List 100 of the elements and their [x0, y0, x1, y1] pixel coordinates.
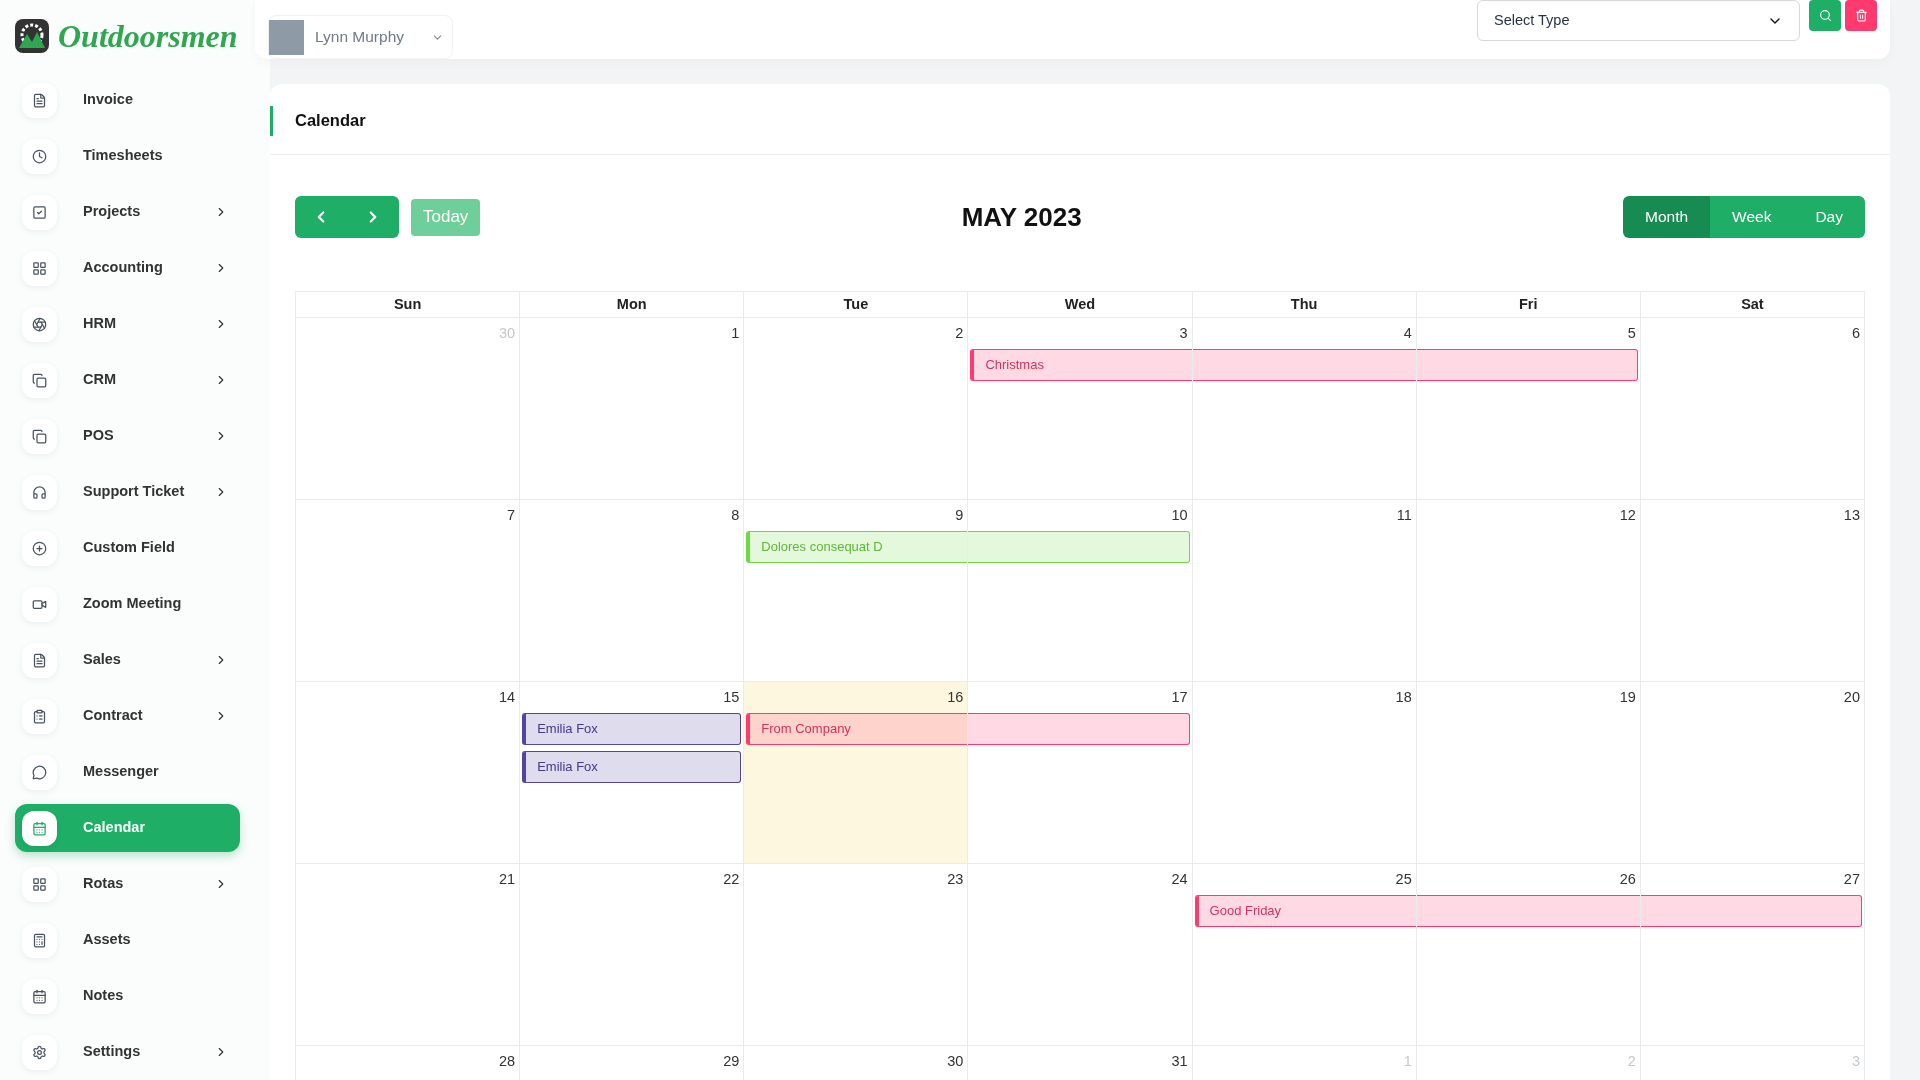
day-cell[interactable]: 2 — [744, 318, 969, 500]
day-cell[interactable]: 19 — [1416, 682, 1641, 864]
day-number: 30 — [947, 1052, 964, 1071]
sidebar-item[interactable]: Notes — [15, 972, 240, 1020]
day-cell[interactable]: 14 — [296, 682, 521, 864]
type-select[interactable]: Select Type — [1477, 0, 1800, 41]
day-cell[interactable]: 5 — [1416, 318, 1641, 500]
day-number: 8 — [731, 506, 740, 525]
day-cell[interactable]: 26 — [1416, 864, 1641, 1046]
day-cell[interactable]: 17 — [968, 682, 1193, 864]
day-cell[interactable]: 10 — [968, 500, 1193, 682]
day-number: 17 — [1171, 688, 1188, 707]
day-cell[interactable]: 15 Emilia Fox Emilia Fox — [520, 682, 745, 864]
calendar-event[interactable]: Good Friday — [1194, 895, 1416, 927]
day-cell[interactable]: 18 — [1192, 682, 1417, 864]
day-number: 7 — [507, 506, 516, 525]
grid-icon — [32, 876, 47, 892]
day-cell[interactable]: 13 — [1640, 500, 1865, 682]
day-cell[interactable]: 8 — [520, 500, 745, 682]
day-number: 14 — [499, 688, 516, 707]
sidebar-item[interactable]: HRM — [15, 300, 240, 348]
day-cell[interactable]: 16 From Company — [744, 682, 969, 864]
sidebar-item[interactable]: POS — [15, 412, 240, 460]
day-number: 20 — [1843, 688, 1860, 707]
sidebar-item[interactable]: Rotas — [15, 860, 240, 908]
search-button[interactable] — [1809, 0, 1841, 31]
day-cell[interactable]: 12 — [1416, 500, 1641, 682]
day-cell[interactable]: 23 — [744, 864, 969, 1046]
calendar-event[interactable] — [1416, 349, 1638, 381]
clipboard-icon — [32, 708, 47, 724]
sidebar-item[interactable]: Settings — [15, 1028, 240, 1076]
day-number: 12 — [1619, 506, 1636, 525]
calculator-icon — [32, 932, 47, 948]
sidebar-item[interactable]: CRM — [15, 356, 240, 404]
day-number: 23 — [947, 870, 964, 889]
day-cell[interactable]: 27 — [1640, 864, 1865, 1046]
grid-icon — [32, 260, 47, 276]
day-cell[interactable]: 1 — [520, 318, 745, 500]
day-number: 2 — [1627, 1052, 1636, 1071]
headset-icon — [32, 484, 47, 500]
document-icon — [32, 92, 47, 108]
day-number: 24 — [1171, 870, 1188, 889]
sidebar-item[interactable]: Accounting — [15, 244, 240, 292]
day-cell[interactable]: 3 Christmas — [968, 318, 1193, 500]
calendar-icon — [32, 988, 47, 1004]
day-number: 15 — [723, 688, 740, 707]
day-cell[interactable]: 25 Good Friday — [1192, 864, 1417, 1046]
chat-icon — [32, 764, 47, 780]
calendar-event[interactable] — [1416, 895, 1640, 927]
day-cell[interactable]: 6 — [1640, 318, 1865, 500]
calendar-event[interactable]: Emilia Fox — [522, 713, 742, 745]
view-tab[interactable]: Month — [1623, 196, 1711, 238]
day-number: 22 — [723, 870, 740, 889]
day-cell[interactable]: 20 — [1640, 682, 1865, 864]
calendar-event[interactable]: Christmas — [970, 349, 1192, 381]
plus-circle-icon — [32, 540, 47, 556]
checkbox-icon — [32, 204, 47, 220]
sidebar-item[interactable]: Custom Field — [15, 524, 240, 572]
day-number: 30 — [499, 324, 516, 343]
calendar-event[interactable] — [1640, 895, 1862, 927]
day-number: 26 — [1619, 870, 1636, 889]
day-number: 16 — [947, 688, 964, 707]
calendar-event[interactable] — [968, 531, 1190, 563]
user-dropdown[interactable]: Lynn Murphy — [268, 15, 453, 59]
day-number: 11 — [1396, 506, 1412, 525]
day-number: 1 — [731, 324, 740, 343]
sidebar-item[interactable]: Support Ticket — [15, 468, 240, 516]
sidebar-item[interactable]: Projects — [15, 188, 240, 236]
day-number: 25 — [1395, 870, 1412, 889]
day-number: 2 — [955, 324, 964, 343]
day-number: 28 — [499, 1052, 516, 1071]
day-number: 27 — [1843, 870, 1860, 889]
clear-button[interactable] — [1845, 0, 1877, 31]
copy-icon — [32, 428, 47, 444]
sidebar-item[interactable]: Contract — [15, 692, 240, 740]
logo-icon — [14, 18, 50, 54]
sidebar-item[interactable]: Sales — [15, 636, 240, 684]
day-number: 21 — [499, 870, 516, 889]
day-cell[interactable]: 4 — [1192, 318, 1417, 500]
calendar-event[interactable] — [1192, 349, 1416, 381]
day-number: 6 — [1851, 324, 1860, 343]
day-number: 10 — [1171, 506, 1188, 525]
sidebar-item[interactable]: Timesheets — [15, 132, 240, 180]
day-cell[interactable]: 24 — [968, 864, 1193, 1046]
clock-icon — [32, 148, 47, 164]
day-number: 5 — [1627, 324, 1636, 343]
sidebar-item[interactable]: Assets — [15, 916, 240, 964]
sidebar-item[interactable]: Invoice — [15, 76, 240, 124]
sidebar-item[interactable]: Messenger — [15, 748, 240, 796]
day-cell[interactable]: 11 — [1192, 500, 1417, 682]
day-number: 3 — [1851, 1052, 1860, 1071]
day-number: 9 — [955, 506, 964, 525]
calendar-event[interactable] — [968, 713, 1190, 745]
calendar-event[interactable]: Emilia Fox — [522, 751, 742, 783]
day-cell[interactable]: 9 Dolores consequat D — [744, 500, 969, 682]
brand-name: Outdoorsmen — [58, 20, 238, 52]
day-cell[interactable]: 22 — [520, 864, 745, 1046]
day-cell[interactable]: 21 — [296, 864, 521, 1046]
day-cell[interactable]: 7 — [296, 500, 521, 682]
sidebar-item[interactable]: Zoom Meeting — [15, 580, 240, 628]
